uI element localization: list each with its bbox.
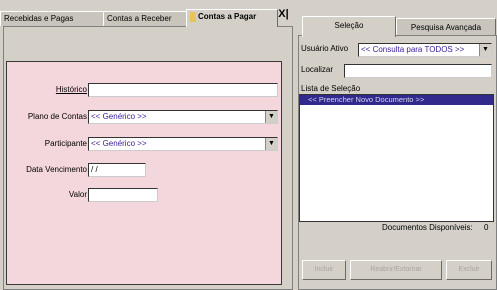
- chevron-down-icon[interactable]: ▼: [479, 44, 491, 56]
- localizar-label: Localizar: [301, 65, 334, 74]
- plano-de-contas-select[interactable]: << Genérico >> ▼: [88, 110, 278, 124]
- historico-field[interactable]: [88, 83, 278, 97]
- incluir-button[interactable]: Incluir: [302, 260, 346, 280]
- right-tab-strip: Seleção Pesquisa Avançada: [300, 16, 497, 37]
- data-vencimento-field[interactable]: / /: [88, 163, 146, 177]
- plano-de-contas-value: << Genérico >>: [91, 112, 147, 121]
- lista-de-selecao-label: Lista de Seleção: [301, 84, 361, 93]
- tab-selecao[interactable]: Seleção: [302, 16, 396, 37]
- valor-row: Valor: [7, 188, 87, 202]
- valor-field[interactable]: [88, 188, 158, 202]
- selection-list[interactable]: << Preencher Novo Documento >>: [299, 94, 494, 222]
- plano-de-contas-label: Plano de Contas: [27, 112, 87, 121]
- left-tab-strip: Recebidas e Pagas Contas a Receber Conta…: [0, 9, 292, 27]
- tab-contas-a-pagar[interactable]: Contas a Pagar: [186, 9, 278, 27]
- tab-label: Contas a Pagar: [198, 12, 257, 21]
- usuario-ativo-value: << Consulta para TODOS >>: [361, 45, 465, 54]
- usuario-ativo-select[interactable]: << Consulta para TODOS >> ▼: [358, 43, 492, 57]
- participante-select[interactable]: << Genérico >> ▼: [88, 137, 278, 151]
- participante-row: Participante: [7, 137, 87, 151]
- usuario-ativo-label: Usuário Ativo: [301, 44, 349, 53]
- tab-label: Recebidas e Pagas: [4, 14, 74, 23]
- tab-label: Contas a Receber: [107, 14, 172, 23]
- participante-value: << Genérico >>: [91, 139, 147, 148]
- localizar-field[interactable]: [344, 64, 492, 78]
- valor-label: Valor: [68, 190, 87, 199]
- document-form: Histórico Plano de Contas << Genérico >>…: [6, 61, 282, 285]
- participante-label: Participante: [44, 139, 87, 148]
- plano-row: Plano de Contas: [7, 110, 87, 124]
- tab-recebidas-e-pagas[interactable]: Recebidas e Pagas: [0, 11, 104, 26]
- list-item[interactable]: << Preencher Novo Documento >>: [300, 95, 493, 105]
- excluir-button[interactable]: Excluir: [446, 260, 492, 280]
- chevron-down-icon[interactable]: ▼: [265, 111, 277, 123]
- data-vencimento-row: Data Vencimento: [7, 163, 87, 177]
- historico-row: Histórico: [7, 83, 87, 97]
- tab-marker-icon: [190, 11, 196, 22]
- close-icon[interactable]: X|: [276, 8, 291, 21]
- tab-contas-a-receber[interactable]: Contas a Receber: [103, 11, 191, 26]
- chevron-down-icon[interactable]: ▼: [265, 138, 277, 150]
- app-window: Recebidas e Pagas Contas a Receber Conta…: [0, 0, 497, 290]
- reabrir-extornar-button[interactable]: Reabrir/Extornar: [350, 260, 442, 280]
- documentos-count: 0: [484, 223, 489, 232]
- data-vencimento-label: Data Vencimento: [26, 165, 87, 174]
- historico-label: Histórico: [55, 85, 87, 94]
- documentos-disponiveis-label: Documentos Disponíveis:: [382, 223, 473, 232]
- tab-pesquisa-avancada[interactable]: Pesquisa Avançada: [396, 18, 496, 36]
